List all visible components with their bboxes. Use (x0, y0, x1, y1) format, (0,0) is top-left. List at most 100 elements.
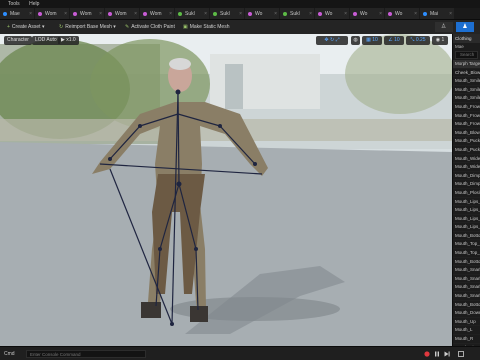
character-menu[interactable]: Character (4, 36, 32, 45)
menu-tools[interactable]: Tools (8, 0, 20, 8)
morph-target-row[interactable]: Mouth_Bottom (453, 258, 480, 267)
morph-target-row[interactable]: Mouth_Snarl_ (453, 275, 480, 284)
morph-target-row[interactable]: Mouth_Widen (453, 163, 480, 172)
make-static-mesh-button[interactable]: ▣ Make Static Mesh (180, 23, 232, 31)
activate-cloth-paint-button[interactable]: ✎ Activate Cloth Paint (122, 23, 178, 31)
morph-target-row[interactable]: Mouth_Lips_T (453, 215, 480, 224)
document-tab[interactable]: Wom × (70, 8, 104, 19)
morph-target-row[interactable]: Mouth_Lips_T (453, 206, 480, 215)
document-tab[interactable]: Wo × (350, 8, 384, 19)
close-icon[interactable]: × (344, 8, 347, 19)
close-icon[interactable]: × (379, 8, 382, 19)
asset-type-icon (178, 11, 182, 16)
morph-target-row[interactable]: Mouth_Pucke (453, 146, 480, 155)
document-tab[interactable]: Wom × (105, 8, 139, 19)
close-icon[interactable]: × (449, 8, 452, 19)
grid-snap-button[interactable]: ▦ 10 (362, 36, 382, 45)
close-icon[interactable]: × (29, 8, 32, 19)
camera-icon: ◉ (435, 37, 441, 43)
document-tab[interactable]: Wo × (385, 8, 419, 19)
morph-target-row[interactable]: Mouth_Bottom (453, 301, 480, 310)
create-asset-button[interactable]: + Create Asset ▾ (4, 23, 47, 31)
menu-help[interactable]: Help (29, 0, 39, 8)
morph-target-row[interactable]: Mouth_Plosiv (453, 189, 480, 198)
morph-target-row[interactable]: Mouth_Snarl_ (453, 283, 480, 293)
record-icon[interactable] (424, 351, 430, 357)
angle-icon: ∠ (388, 37, 393, 43)
close-icon[interactable]: × (169, 8, 172, 19)
tab-label: Wom (80, 11, 92, 17)
morph-target-row[interactable]: Mouth_Up (453, 318, 480, 327)
pause-icon[interactable] (434, 351, 440, 357)
reimport-button[interactable]: ↻ Reimport Base Mesh ▾ (56, 23, 119, 31)
asset-type-icon (318, 11, 322, 16)
morph-target-row[interactable]: Mouth_Snarl_ (453, 292, 480, 301)
close-icon[interactable]: × (414, 8, 417, 19)
close-icon[interactable]: × (274, 8, 277, 19)
scale-snap-button[interactable]: ⤡ 0.25 (406, 36, 430, 45)
morph-target-row[interactable]: Mouth_Blow (453, 129, 480, 138)
morph-target-row[interactable]: Mouth_Frown (453, 120, 480, 129)
document-tab[interactable]: Wo × (245, 8, 279, 19)
document-tab[interactable]: Wom × (35, 8, 69, 19)
clothing-tab[interactable]: Clothing (453, 34, 480, 43)
morph-target-row[interactable]: Cheek_Blow_L (453, 69, 480, 78)
close-icon[interactable]: × (99, 8, 102, 19)
skip-icon[interactable] (444, 351, 450, 357)
morph-target-header[interactable]: Morph Target (453, 60, 480, 69)
morph-target-row[interactable]: Mouth_R (453, 335, 480, 344)
asset-type-icon (283, 11, 287, 16)
morph-target-row[interactable]: Mouth_L (453, 326, 480, 335)
morph-target-row[interactable]: Mouth_Top_L (453, 240, 480, 250)
close-icon[interactable]: × (64, 8, 67, 19)
document-tab[interactable]: Mai × (420, 8, 454, 19)
brush-icon: ✎ (125, 24, 130, 30)
morph-target-row[interactable]: Mouth_Dimple (453, 180, 480, 189)
console-command-input[interactable]: Enter Console Command (26, 350, 146, 358)
play-icon: ▶ (61, 37, 65, 43)
transform-tools[interactable]: ✥ ↻ ⤢ (316, 36, 348, 45)
tab-label: Wo (255, 11, 263, 17)
morph-search-input[interactable]: Search (455, 51, 478, 59)
camera-speed-button[interactable]: ◉ 1 (432, 36, 448, 45)
playback-speed-menu[interactable]: ▶ x1.0 (58, 36, 79, 45)
close-icon[interactable]: × (239, 8, 242, 19)
scale-snap-value: 0.25 (415, 37, 426, 43)
morph-target-row[interactable]: Mouth_Lips_T (453, 198, 480, 207)
close-icon[interactable]: × (204, 8, 207, 19)
scale-icon: ⤡ (410, 37, 415, 43)
close-icon[interactable]: × (309, 8, 312, 19)
document-tab[interactable]: Wom × (140, 8, 174, 19)
plus-icon: + (7, 24, 10, 30)
morph-target-row[interactable]: Mouth_Frown (453, 103, 480, 112)
morph-target-row[interactable]: Mouth_Lips_T (453, 223, 480, 232)
morph-target-row[interactable]: Mouth_Down (453, 309, 480, 318)
mesh-mode-button[interactable]: ♟ (456, 22, 474, 32)
morph-target-row[interactable]: Mouth_Smile (453, 77, 480, 86)
cmd-label[interactable]: Cmd (4, 347, 15, 360)
document-tab[interactable]: Wo × (315, 8, 349, 19)
viewport[interactable]: Character LOD Auto ▶ x1.0 ✥ ↻ ⤢ ◍ ▦ 10 ∠… (0, 34, 452, 346)
document-tab[interactable]: Sukl × (280, 8, 314, 19)
close-icon[interactable]: × (134, 8, 137, 19)
rotation-snap-button[interactable]: ∠ 10 (384, 36, 404, 45)
morph-target-row[interactable]: Mouth_Pucke (453, 137, 480, 146)
morph-target-row[interactable]: Mouth_Snarl_ (453, 266, 480, 275)
document-tab[interactable]: Sukl × (175, 8, 209, 19)
globe-icon[interactable]: ◍ (351, 36, 360, 45)
loop-icon[interactable] (458, 351, 464, 357)
document-tab[interactable]: Sukl × (210, 8, 244, 19)
morph-target-row[interactable]: Mouth_Top_L (453, 249, 480, 258)
morph-target-row[interactable]: Mouth_Frown (453, 112, 480, 121)
asset-type-icon (388, 11, 392, 16)
mode-switcher: ♙ ♟ (433, 22, 474, 32)
skeleton-mode-button[interactable]: ♙ (434, 22, 453, 32)
morph-target-row[interactable]: Mouth_Dimple (453, 172, 480, 181)
document-tab[interactable]: Mae × (0, 8, 34, 19)
morph-target-row[interactable]: Mouth_Bottom (453, 232, 480, 241)
morph-target-row[interactable]: Mouth_Smile (453, 86, 480, 95)
morph-target-row[interactable]: Mouth_Smile (453, 94, 480, 103)
asset-type-icon (108, 11, 112, 16)
lod-menu[interactable]: LOD Auto (32, 36, 60, 45)
morph-target-row[interactable]: Mouth_Widen (453, 155, 480, 164)
